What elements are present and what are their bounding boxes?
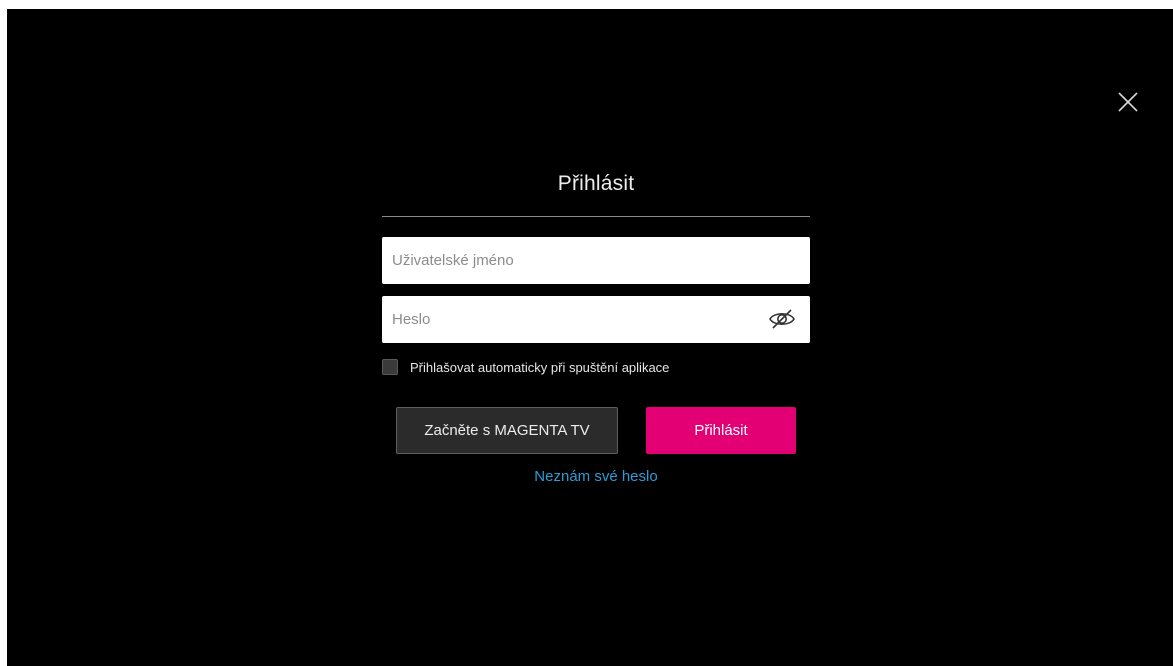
- close-button[interactable]: [1116, 90, 1140, 114]
- forgot-password-link[interactable]: Neznám své heslo: [382, 468, 810, 485]
- start-magenta-tv-button[interactable]: Začněte s MAGENTA TV: [396, 407, 618, 454]
- remember-me-option[interactable]: Přihlašovat automaticky při spuštění apl…: [382, 358, 669, 376]
- remember-me-checkbox[interactable]: [382, 359, 398, 375]
- login-button[interactable]: Přihlásit: [646, 407, 796, 454]
- close-icon: [1118, 92, 1138, 112]
- page-title: Přihlásit: [557, 172, 635, 195]
- password-input[interactable]: [382, 296, 810, 343]
- password-field[interactable]: [382, 296, 810, 343]
- toggle-password-visibility-button[interactable]: [768, 307, 796, 331]
- title-divider: [382, 216, 810, 217]
- eye-slash-icon: [769, 309, 795, 329]
- username-field[interactable]: [382, 237, 810, 284]
- remember-me-label: Přihlašovat automaticky při spuštění apl…: [410, 359, 670, 375]
- username-input[interactable]: [382, 237, 810, 284]
